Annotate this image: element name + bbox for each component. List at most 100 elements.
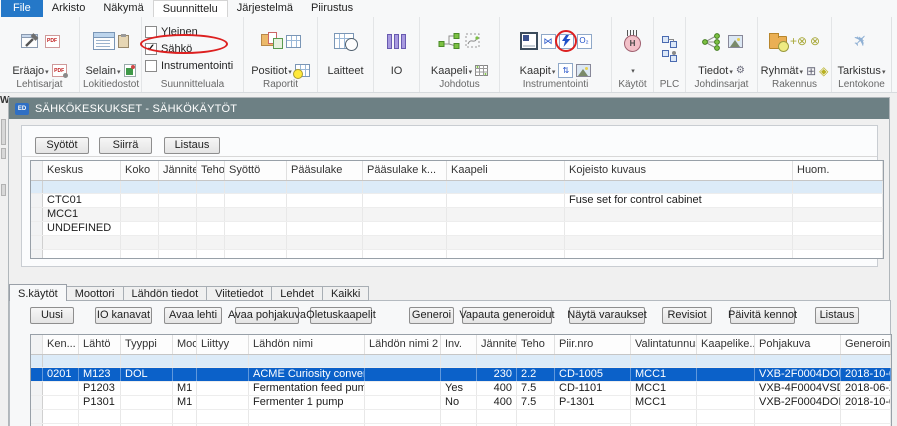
cell[interactable] — [225, 250, 287, 259]
grid-add-icon[interactable]: ⊞ — [806, 65, 816, 77]
cell[interactable] — [225, 181, 287, 193]
devices-icon[interactable] — [334, 33, 358, 50]
cell[interactable] — [441, 368, 477, 381]
column-header-kaapeli[interactable]: Kaapeli — [447, 161, 565, 180]
row-selector[interactable] — [31, 396, 43, 409]
cell[interactable]: VXB-2F0004DOL — [755, 396, 841, 409]
cell[interactable]: 2018-06-21 — [841, 382, 891, 395]
checkbox-yleinen[interactable]: Yleinen — [145, 23, 240, 40]
swap-positions-icon[interactable]: ⇅ — [558, 63, 573, 78]
cell[interactable] — [793, 208, 883, 221]
cell[interactable]: CD-1101 — [555, 382, 631, 395]
column-header-pohjakuva[interactable]: Pohjakuva — [755, 335, 841, 354]
paivita-kennot-button[interactable]: Päivitä kennot — [730, 307, 795, 324]
position-reports-icon[interactable] — [261, 32, 283, 51]
dropdown-arrow-icon[interactable]: ▾ — [631, 67, 635, 75]
ribbon-tab-suunnittelu[interactable]: Suunnittelu — [153, 0, 228, 17]
selected-table-row[interactable]: 0201M123DOLACME Curiosity converter2302.… — [31, 368, 891, 382]
cell[interactable]: ACME Curiosity converter — [249, 368, 365, 381]
cell[interactable] — [121, 250, 159, 259]
cell[interactable] — [363, 250, 447, 259]
cell[interactable]: P1301 — [79, 396, 121, 409]
cell[interactable] — [363, 194, 447, 207]
cell[interactable] — [841, 355, 891, 367]
cell[interactable] — [287, 222, 363, 235]
cell[interactable] — [363, 181, 447, 193]
add-group-icon[interactable]: +⊗ — [790, 35, 807, 47]
cell[interactable] — [121, 410, 173, 423]
cell[interactable] — [793, 181, 883, 193]
table-report-icon[interactable] — [286, 35, 301, 48]
cell[interactable] — [173, 410, 197, 423]
cell[interactable] — [225, 236, 287, 249]
cell[interactable]: MCC1 — [631, 382, 697, 395]
cell[interactable]: 7.5 — [517, 396, 555, 409]
cable-network-icon[interactable] — [438, 32, 462, 50]
column-header-tyyppi[interactable]: Tyyppi — [121, 335, 173, 354]
cell[interactable] — [365, 410, 441, 423]
cell[interactable] — [565, 222, 793, 235]
column-header-piir-nro[interactable]: Piir.nro — [555, 335, 631, 354]
filter-row[interactable] — [31, 355, 891, 368]
table-row[interactable]: P1203M1Fermentation feed pumpYes4007.5CD… — [31, 382, 891, 396]
row-selector-header[interactable] — [31, 335, 43, 354]
cell[interactable]: Fermenter 1 pump — [249, 396, 365, 409]
listaus-button[interactable]: Listaus — [815, 307, 859, 324]
cell[interactable] — [365, 355, 441, 367]
cabinet-icon[interactable] — [520, 32, 538, 50]
cell[interactable] — [159, 250, 197, 259]
avaa-pohjakuva-button[interactable]: Avaa pohjakuva — [235, 307, 299, 324]
cell[interactable] — [363, 208, 447, 221]
row-selector[interactable] — [31, 410, 43, 423]
cell[interactable]: P-1301 — [555, 396, 631, 409]
cell[interactable] — [159, 181, 197, 193]
cell[interactable]: VXB-2F0004DOL — [755, 368, 841, 381]
cell[interactable] — [121, 236, 159, 249]
cell[interactable] — [43, 181, 121, 193]
cell[interactable] — [517, 355, 555, 367]
cell[interactable] — [197, 396, 249, 409]
cell[interactable]: P1203 — [79, 382, 121, 395]
tab-s-kaytot[interactable]: S.käytöt — [9, 284, 67, 301]
positiot-button[interactable]: Positiot▾ — [251, 65, 292, 77]
cell[interactable]: DOL — [121, 368, 173, 381]
cell[interactable] — [447, 208, 565, 221]
kaapeli-button[interactable]: Kaapeli▾ — [431, 65, 472, 77]
ribbon-tab-file[interactable]: File — [1, 0, 43, 17]
cell[interactable] — [565, 208, 793, 221]
cell[interactable]: 7.5 — [517, 382, 555, 395]
pdf-settings-icon[interactable]: PDF — [52, 64, 67, 77]
tab-lahdon-tiedot[interactable]: Lähdön tiedot — [124, 286, 208, 301]
ribbon-tab-nakyma[interactable]: Näkymä — [94, 0, 152, 17]
row-selector-header[interactable] — [31, 161, 43, 180]
cell[interactable] — [43, 250, 121, 259]
cell[interactable] — [173, 355, 197, 367]
cell[interactable] — [225, 222, 287, 235]
cell[interactable] — [697, 382, 755, 395]
checkbox-instrumentointi[interactable]: Instrumentointi — [145, 57, 240, 74]
row-selector[interactable] — [31, 181, 43, 193]
column-header-paasulake-k[interactable]: Pääsulake k... — [363, 161, 447, 180]
cell[interactable] — [79, 410, 121, 423]
laitteet-button[interactable]: Laitteet — [327, 65, 363, 77]
cell[interactable] — [249, 410, 365, 423]
table-row[interactable] — [31, 250, 883, 259]
cell[interactable] — [159, 194, 197, 207]
cell[interactable]: M1 — [173, 382, 197, 395]
vapauta-generoidut-button[interactable]: Vapauta generoidut — [462, 307, 552, 324]
checkbox-box[interactable] — [145, 26, 157, 38]
checkbox-sahko[interactable]: ✓Sähkö — [145, 40, 240, 57]
cell[interactable] — [565, 181, 793, 193]
column-header-ken[interactable]: Ken... — [43, 335, 79, 354]
column-header-liittyy[interactable]: Liittyy — [197, 335, 249, 354]
cell[interactable] — [121, 382, 173, 395]
cell[interactable]: Yes — [441, 382, 477, 395]
cell[interactable] — [79, 355, 121, 367]
cell[interactable] — [697, 396, 755, 409]
column-header-huom[interactable]: Huom. — [793, 161, 883, 180]
cable-grid-icon[interactable] — [475, 65, 488, 76]
cell[interactable] — [793, 236, 883, 249]
cell[interactable]: Fuse set for control cabinet — [565, 194, 793, 207]
cell[interactable]: UNDEFINED — [43, 222, 121, 235]
cell[interactable] — [121, 355, 173, 367]
